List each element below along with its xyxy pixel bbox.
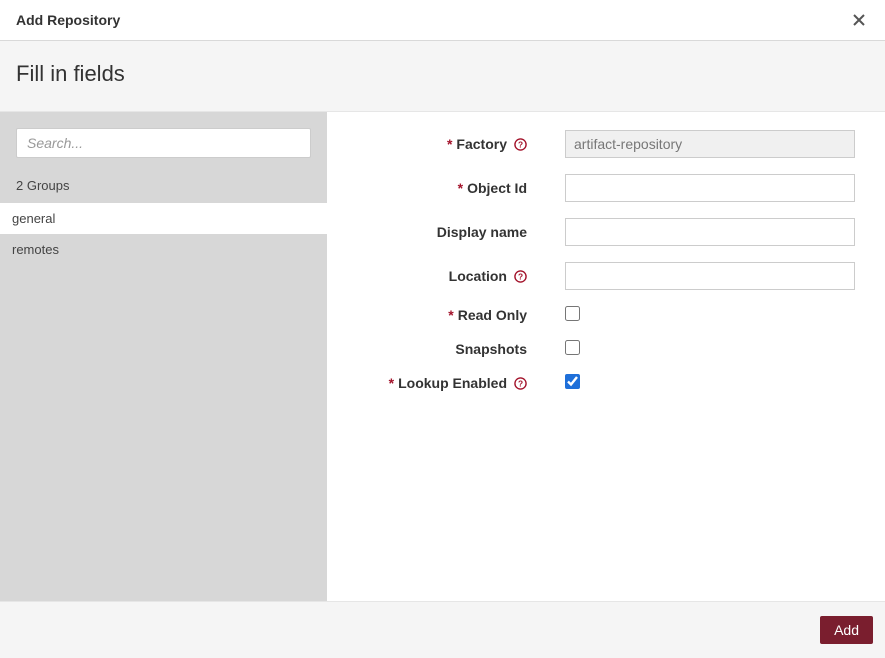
required-marker: * <box>447 136 452 152</box>
sidebar-item-label: remotes <box>12 242 59 257</box>
sidebar-item-general[interactable]: general <box>0 203 327 234</box>
groups-count-label: 2 Groups <box>0 174 327 203</box>
svg-text:?: ? <box>518 139 523 149</box>
help-icon[interactable]: ? <box>514 270 527 283</box>
field-label: * Read Only <box>337 307 537 323</box>
field-row-lookup-enabled: * Lookup Enabled ? <box>337 374 855 392</box>
required-marker: * <box>448 307 453 323</box>
field-label: * Lookup Enabled ? <box>337 375 537 391</box>
field-row-snapshots: Snapshots <box>337 340 855 358</box>
label-text: Location <box>449 268 507 284</box>
label-text: Object Id <box>467 180 527 196</box>
snapshots-checkbox[interactable] <box>565 340 580 355</box>
field-control <box>565 340 855 358</box>
search-input[interactable] <box>16 128 311 158</box>
sidebar: 2 Groups general remotes <box>0 112 327 601</box>
field-row-object-id: * Object Id <box>337 174 855 202</box>
field-label: Snapshots <box>337 341 537 357</box>
field-label: Location ? <box>337 268 537 284</box>
label-text: Display name <box>437 224 527 240</box>
label-text: Snapshots <box>455 341 527 357</box>
add-button[interactable]: Add <box>820 616 873 644</box>
dialog-title: Add Repository <box>16 12 120 28</box>
lookup-enabled-checkbox[interactable] <box>565 374 580 389</box>
search-wrap <box>0 112 327 174</box>
field-control <box>565 130 855 158</box>
field-control <box>565 174 855 202</box>
svg-text:?: ? <box>518 378 523 388</box>
location-input[interactable] <box>565 262 855 290</box>
label-text: Read Only <box>458 307 527 323</box>
close-icon[interactable] <box>849 10 869 30</box>
sidebar-item-label: general <box>12 211 55 226</box>
object-id-input[interactable] <box>565 174 855 202</box>
help-icon[interactable]: ? <box>514 377 527 390</box>
field-label: Display name <box>337 224 537 240</box>
field-row-display-name: Display name <box>337 218 855 246</box>
page-title: Fill in fields <box>16 61 869 87</box>
dialog-body: 2 Groups general remotes * Factory ? <box>0 112 885 601</box>
required-marker: * <box>389 375 394 391</box>
group-list: general remotes <box>0 203 327 601</box>
field-label: * Object Id <box>337 180 537 196</box>
required-marker: * <box>458 180 463 196</box>
sidebar-item-remotes[interactable]: remotes <box>0 234 327 265</box>
field-control <box>565 374 855 392</box>
help-icon[interactable]: ? <box>514 138 527 151</box>
dialog-header: Add Repository <box>0 0 885 41</box>
field-row-location: Location ? <box>337 262 855 290</box>
dialog-footer: Add <box>0 601 885 658</box>
field-label: * Factory ? <box>337 136 537 152</box>
label-text: Factory <box>456 136 507 152</box>
field-control <box>565 262 855 290</box>
form-panel: * Factory ? * Object Id <box>327 112 885 601</box>
field-row-read-only: * Read Only <box>337 306 855 324</box>
subheader: Fill in fields <box>0 41 885 112</box>
field-row-factory: * Factory ? <box>337 130 855 158</box>
field-control <box>565 306 855 324</box>
svg-text:?: ? <box>518 271 523 281</box>
dialog-container: Add Repository Fill in fields 2 Groups g… <box>0 0 885 658</box>
display-name-input[interactable] <box>565 218 855 246</box>
read-only-checkbox[interactable] <box>565 306 580 321</box>
label-text: Lookup Enabled <box>398 375 507 391</box>
factory-input <box>565 130 855 158</box>
field-control <box>565 218 855 246</box>
